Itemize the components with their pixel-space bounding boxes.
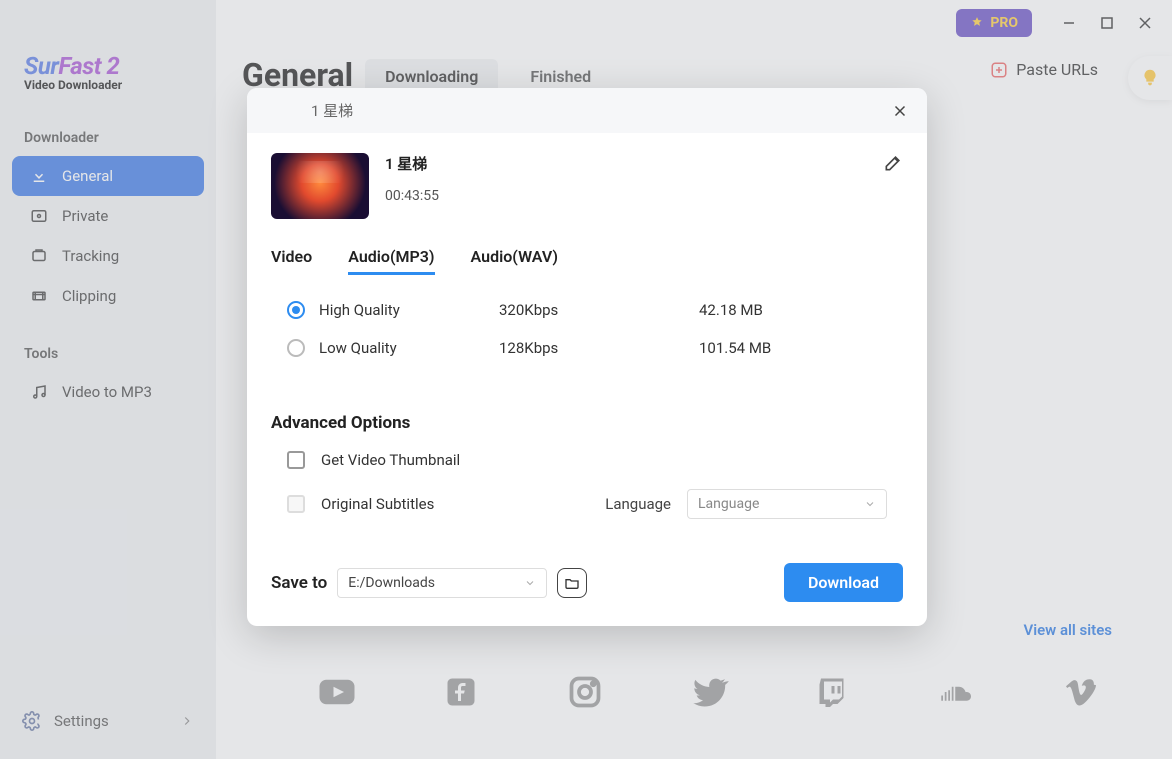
logo-subtitle: Video Downloader	[24, 78, 192, 92]
settings-label: Settings	[54, 712, 109, 730]
quality-size: 101.54 MB	[699, 339, 887, 357]
download-modal: 1 星梯 1 星梯 00:43:55 Video Audio(MP3) Audi…	[247, 88, 927, 626]
modal-close-button[interactable]	[887, 98, 913, 124]
video-thumbnail	[271, 153, 369, 219]
download-icon	[30, 167, 48, 185]
sidebar-item-private[interactable]: Private	[12, 196, 204, 236]
sidebar-item-label: Tracking	[62, 247, 119, 265]
sidebar-item-label: Private	[62, 207, 108, 225]
save-row: Save to E:/Downloads Download	[247, 529, 927, 626]
facebook-icon[interactable]	[440, 671, 482, 713]
quality-label: High Quality	[319, 301, 499, 319]
modal-header: 1 星梯	[247, 88, 927, 133]
sidebar-item-general[interactable]: General	[12, 156, 204, 196]
radio-unselected-icon	[287, 339, 305, 357]
tracking-icon	[30, 247, 48, 265]
chevron-down-icon	[524, 577, 536, 589]
video-title: 1 星梯	[385, 153, 439, 174]
titlebar: PRO	[216, 0, 1172, 46]
sidebar-item-label: Clipping	[62, 287, 116, 305]
quality-label: Low Quality	[319, 339, 499, 357]
sidebar-item-label: Video to MP3	[62, 383, 152, 401]
format-tabs: Video Audio(MP3) Audio(WAV)	[247, 229, 927, 281]
crown-icon	[970, 16, 984, 30]
private-icon	[30, 207, 48, 225]
site-row	[316, 671, 1102, 713]
chevron-down-icon	[864, 498, 876, 510]
logo-part-two: 2	[101, 52, 119, 80]
bulb-icon	[1139, 67, 1161, 89]
checkbox-unchecked-icon[interactable]	[287, 451, 305, 469]
option-original-subtitles: Original Subtitles Language Language	[247, 479, 927, 529]
thumbnail-label: Get Video Thumbnail	[321, 451, 460, 469]
radio-selected-icon	[287, 301, 305, 319]
quality-rate: 320Kbps	[499, 301, 699, 319]
open-folder-button[interactable]	[557, 568, 587, 598]
save-to-label: Save to	[271, 573, 327, 593]
tips-button[interactable]	[1128, 56, 1172, 100]
chevron-right-icon	[180, 714, 194, 728]
sidebar-item-label: General	[62, 167, 113, 185]
quality-option-high[interactable]: High Quality 320Kbps 42.18 MB	[271, 291, 903, 329]
gear-icon	[22, 711, 42, 731]
paste-urls-button[interactable]: Paste URLs	[990, 60, 1098, 79]
logo-part-sur: Sur	[24, 52, 58, 80]
vimeo-icon[interactable]	[1060, 671, 1102, 713]
clipping-icon	[30, 287, 48, 305]
save-path-select[interactable]: E:/Downloads	[337, 568, 547, 598]
advanced-options-title: Advanced Options	[247, 397, 927, 441]
language-select-value: Language	[698, 496, 759, 512]
quality-size: 42.18 MB	[699, 301, 887, 319]
download-button[interactable]: Download	[784, 563, 903, 602]
youtube-icon[interactable]	[316, 671, 358, 713]
view-all-sites-link[interactable]: View all sites	[1023, 621, 1112, 639]
logo: SurFast 2 Video Downloader	[0, 14, 216, 100]
quality-option-low[interactable]: Low Quality 128Kbps 101.54 MB	[271, 329, 903, 367]
music-icon	[30, 383, 48, 401]
language-select[interactable]: Language	[687, 489, 887, 519]
tab-video[interactable]: Video	[271, 247, 312, 275]
twitch-icon[interactable]	[812, 671, 854, 713]
video-duration: 00:43:55	[385, 188, 439, 204]
pro-button[interactable]: PRO	[956, 9, 1032, 37]
subtitles-label: Original Subtitles	[321, 495, 434, 513]
quality-list: High Quality 320Kbps 42.18 MB Low Qualit…	[247, 281, 927, 397]
save-path-value: E:/Downloads	[348, 575, 435, 591]
section-tools: Tools	[0, 316, 216, 372]
checkbox-disabled-icon	[287, 495, 305, 513]
option-get-thumbnail[interactable]: Get Video Thumbnail	[247, 441, 927, 479]
tab-audio-wav[interactable]: Audio(WAV)	[471, 247, 558, 275]
video-info-row: 1 星梯 00:43:55	[247, 133, 927, 229]
language-label: Language	[605, 495, 671, 513]
maximize-button[interactable]	[1090, 8, 1124, 38]
sidebar-item-clipping[interactable]: Clipping	[12, 276, 204, 316]
instagram-icon[interactable]	[564, 671, 606, 713]
paste-urls-label: Paste URLs	[1016, 60, 1098, 79]
settings-button[interactable]: Settings	[0, 701, 216, 741]
sidebar-item-tracking[interactable]: Tracking	[12, 236, 204, 276]
section-downloader: Downloader	[0, 100, 216, 156]
quality-rate: 128Kbps	[499, 339, 699, 357]
plus-icon	[990, 61, 1008, 79]
minimize-button[interactable]	[1052, 8, 1086, 38]
soundcloud-icon[interactable]	[936, 671, 978, 713]
pro-label: PRO	[990, 15, 1018, 31]
twitter-icon[interactable]	[688, 671, 730, 713]
edit-title-button[interactable]	[883, 153, 903, 173]
sidebar: SurFast 2 Video Downloader Downloader Ge…	[0, 0, 216, 759]
modal-title: 1 星梯	[311, 100, 353, 121]
tab-audio-mp3[interactable]: Audio(MP3)	[348, 247, 434, 275]
sidebar-item-video-to-mp3[interactable]: Video to MP3	[12, 372, 204, 412]
close-button[interactable]	[1128, 8, 1162, 38]
logo-part-fast: Fast	[58, 52, 101, 80]
